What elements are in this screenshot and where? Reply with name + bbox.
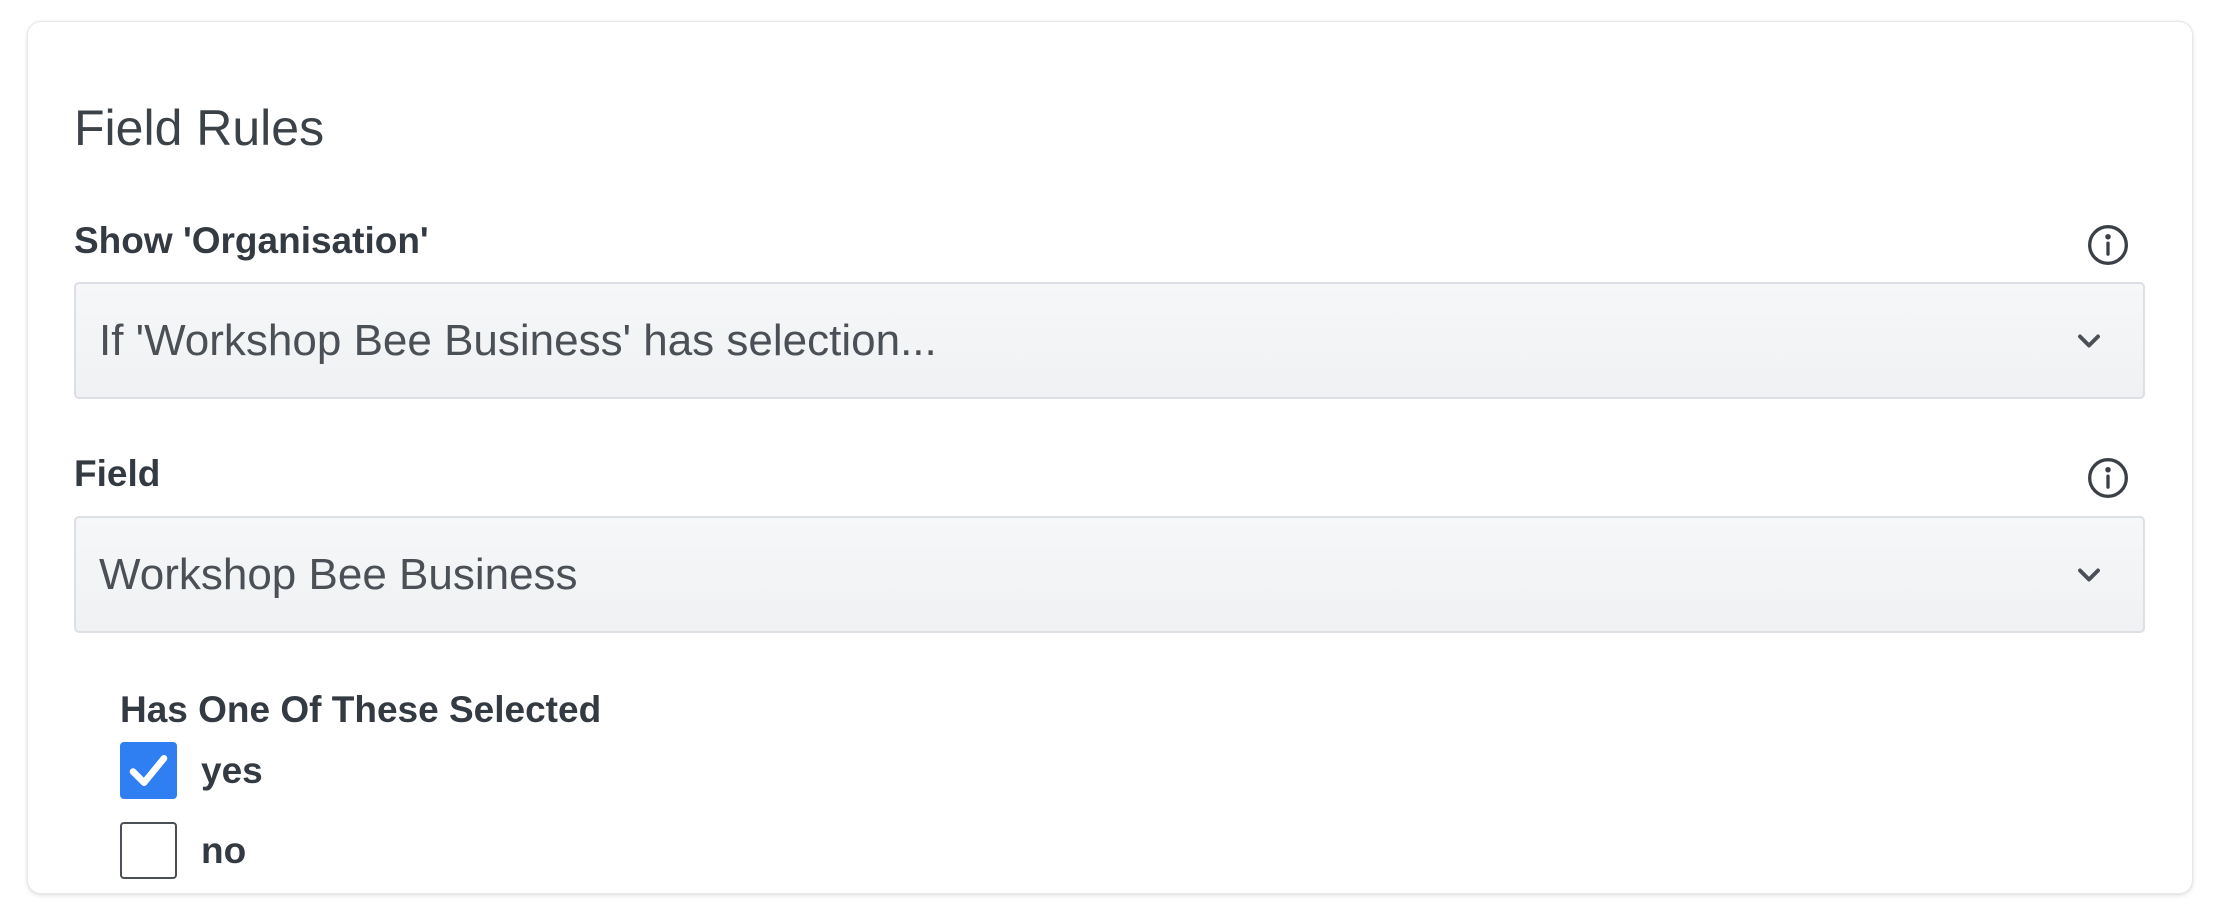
field-selected-value: Workshop Bee Business (99, 550, 578, 599)
show-rule-select[interactable]: If 'Workshop Bee Business' has selection… (74, 282, 2145, 399)
selection-group-label: Has One Of These Selected (120, 689, 602, 730)
checkbox-unchecked[interactable] (120, 822, 177, 879)
checkbox-checked[interactable] (120, 742, 177, 799)
option-label: no (201, 830, 247, 871)
option-label: yes (201, 750, 263, 791)
chevron-down-icon (2071, 557, 2107, 593)
info-circle-icon[interactable] (2086, 223, 2130, 267)
show-rule-selected-value: If 'Workshop Bee Business' has selection… (99, 316, 937, 365)
field-rules-card: Field Rules Show 'Organisation' If 'Work… (27, 21, 2193, 894)
show-rule-label: Show 'Organisation' (74, 220, 429, 261)
field-select[interactable]: Workshop Bee Business (74, 516, 2145, 633)
card-title: Field Rules (74, 100, 325, 156)
chevron-down-icon (2071, 323, 2107, 359)
info-circle-icon[interactable] (2086, 456, 2130, 500)
field-label: Field (74, 453, 161, 494)
